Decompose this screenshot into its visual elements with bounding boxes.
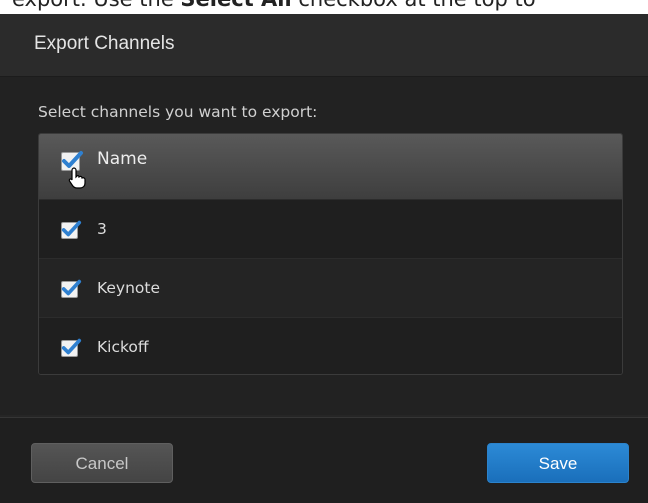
- select-all-row[interactable]: Name: [39, 134, 622, 199]
- channel-row[interactable]: Keynote: [39, 258, 622, 318]
- channel-checkbox[interactable]: [61, 279, 82, 298]
- checkmark-icon: [61, 220, 82, 237]
- select-all-label: Name: [97, 149, 148, 169]
- instructions-text: Select channels you want to export:: [38, 103, 318, 121]
- dialog-footer: Cancel Save: [0, 417, 648, 503]
- channel-label: Kickoff: [97, 338, 149, 356]
- channel-checkbox[interactable]: [61, 220, 82, 239]
- channel-label: 3: [97, 220, 107, 238]
- dialog-title: Export Channels: [34, 33, 175, 54]
- cancel-button[interactable]: Cancel: [31, 443, 173, 483]
- save-button[interactable]: Save: [487, 443, 629, 483]
- channel-row[interactable]: Kickoff: [39, 317, 622, 374]
- checkmark-icon: [61, 338, 82, 355]
- dialog-body: Select channels you want to export: Name: [0, 77, 648, 415]
- checkmark-icon: [61, 279, 82, 296]
- page-caption: export. Use the Select All checkbox at t…: [12, 0, 536, 11]
- channel-checkbox[interactable]: [61, 338, 82, 357]
- dialog-header: Export Channels: [0, 14, 648, 77]
- channel-list: Name 3 Keynote Kickoff: [38, 133, 623, 375]
- export-channels-dialog: Export Channels Select channels you want…: [0, 14, 648, 503]
- hand-pointer-icon: [68, 167, 86, 189]
- channel-row[interactable]: 3: [39, 199, 622, 259]
- page-caption-strip: export. Use the Select All checkbox at t…: [0, 0, 648, 14]
- channel-label: Keynote: [97, 279, 161, 297]
